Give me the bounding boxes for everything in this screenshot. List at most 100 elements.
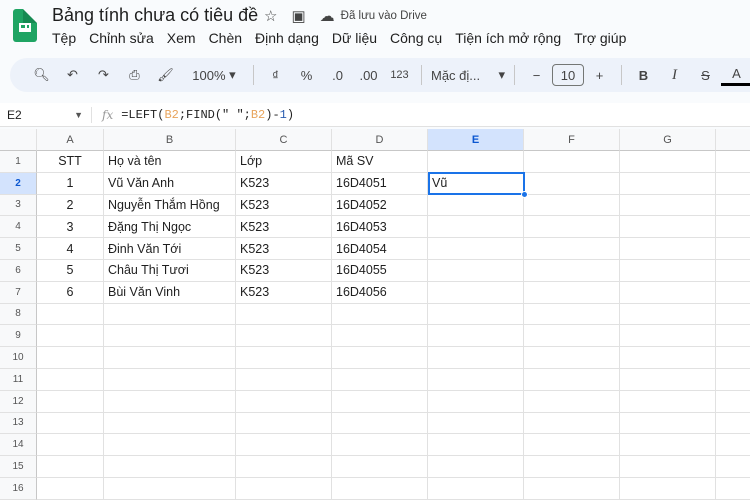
cell-c14[interactable] [236, 434, 332, 457]
cell-d14[interactable] [332, 434, 428, 457]
move-folder-icon[interactable]: ▣ [291, 7, 305, 25]
cell-e9[interactable] [428, 325, 524, 348]
cell-g7[interactable] [620, 281, 716, 304]
cell-f8[interactable] [524, 303, 620, 326]
cell-b9[interactable] [104, 325, 236, 348]
search-icon[interactable]: 🔍︎ [26, 61, 57, 89]
cell-g11[interactable] [620, 369, 716, 391]
cell-b8[interactable] [104, 303, 236, 326]
strikethrough-icon[interactable]: S [690, 61, 721, 89]
spreadsheet-grid[interactable]: A B C D E F G 1 STT Họ và tên Lớp Mã SV 2 1 Vũ Văn Anh… [0, 129, 750, 500]
column-header-b[interactable]: B [104, 129, 236, 151]
increase-decimal-button[interactable]: .00 [353, 61, 384, 89]
cell-h10[interactable] [716, 347, 750, 369]
row-header-1[interactable]: 1 [0, 151, 37, 173]
cell-b2[interactable]: Vũ Văn Anh [104, 172, 236, 195]
cell-f5[interactable] [524, 238, 620, 260]
cell-b15[interactable] [104, 456, 236, 478]
cell-b11[interactable] [104, 369, 236, 391]
cell-e10[interactable] [428, 347, 524, 369]
cell-c8[interactable] [236, 303, 332, 326]
cell-f15[interactable] [524, 456, 620, 478]
cell-d12[interactable] [332, 390, 428, 413]
italic-button[interactable]: I [659, 61, 690, 89]
cell-b4[interactable]: Đặng Thị Ngọc [104, 216, 236, 239]
cell-d2[interactable]: 16D4051 [332, 172, 428, 195]
cell-e11[interactable] [428, 369, 524, 391]
cell-c2[interactable]: K523 [236, 172, 332, 195]
cell-b13[interactable] [104, 412, 236, 435]
menu-insert[interactable]: Chèn [209, 30, 242, 46]
column-header-a[interactable]: A [37, 129, 104, 151]
cell-c12[interactable] [236, 390, 332, 413]
row-header-3[interactable]: 3 [0, 194, 37, 217]
cell-g8[interactable] [620, 303, 716, 326]
cell-f9[interactable] [524, 325, 620, 348]
row-header-14[interactable]: 14 [0, 434, 37, 457]
cell-h3[interactable] [716, 195, 750, 217]
cell-d4[interactable]: 16D4053 [332, 216, 428, 239]
increase-font-size-button[interactable]: + [584, 61, 615, 89]
cell-g2[interactable] [620, 172, 716, 195]
cell-b5[interactable]: Đinh Văn Tới [104, 238, 236, 260]
row-header-11[interactable]: 11 [0, 369, 37, 391]
cell-b7[interactable]: Bùi Văn Vinh [104, 281, 236, 304]
zoom-select[interactable]: 100% ▾ [181, 61, 247, 89]
menu-data[interactable]: Dữ liệu [332, 30, 377, 46]
row-header-2[interactable]: 2 [0, 172, 37, 195]
cell-b1[interactable]: Họ và tên [104, 151, 236, 173]
row-header-16[interactable]: 16 [0, 478, 37, 500]
cell-g10[interactable] [620, 347, 716, 369]
fill-handle[interactable] [521, 190, 528, 198]
cell-e15[interactable] [428, 456, 524, 478]
menu-file[interactable]: Tệp [52, 30, 76, 46]
row-header-10[interactable]: 10 [0, 347, 37, 369]
select-all-corner[interactable] [0, 129, 37, 151]
cell-d1[interactable]: Mã SV [332, 151, 428, 173]
cell-g9[interactable] [620, 325, 716, 348]
row-header-9[interactable]: 9 [0, 325, 37, 348]
cell-f14[interactable] [524, 434, 620, 457]
column-header-h[interactable] [716, 129, 750, 151]
cell-g14[interactable] [620, 434, 716, 457]
cell-e1[interactable] [428, 151, 524, 173]
cell-e4[interactable] [428, 216, 524, 239]
row-header-12[interactable]: 12 [0, 390, 37, 413]
cell-c16[interactable] [236, 478, 332, 500]
font-size-input[interactable]: 10 [552, 64, 584, 86]
cell-a2[interactable]: 1 [37, 172, 104, 195]
cell-d11[interactable] [332, 369, 428, 391]
cell-f3[interactable] [524, 194, 620, 217]
cell-h6[interactable] [716, 260, 750, 282]
cell-c1[interactable]: Lớp [236, 151, 332, 173]
undo-icon[interactable]: ↶ [57, 61, 88, 89]
cell-h16[interactable] [716, 478, 750, 500]
cell-f16[interactable] [524, 478, 620, 500]
cell-b14[interactable] [104, 434, 236, 457]
cell-b3[interactable]: Nguyễn Thắm Hồng [104, 194, 236, 217]
cell-d15[interactable] [332, 456, 428, 478]
cell-f12[interactable] [524, 390, 620, 413]
cell-h14[interactable] [716, 434, 750, 457]
column-header-d[interactable]: D [332, 129, 428, 151]
cell-g1[interactable] [620, 151, 716, 173]
cell-h8[interactable] [716, 304, 750, 326]
cell-c7[interactable]: K523 [236, 281, 332, 304]
cell-a11[interactable] [37, 369, 104, 391]
cell-d7[interactable]: 16D4056 [332, 281, 428, 304]
cell-g5[interactable] [620, 238, 716, 260]
cell-a9[interactable] [37, 325, 104, 348]
column-header-c[interactable]: C [236, 129, 332, 151]
cell-h4[interactable] [716, 216, 750, 239]
cell-f6[interactable] [524, 260, 620, 282]
cell-c3[interactable]: K523 [236, 194, 332, 217]
cell-h7[interactable] [716, 282, 750, 304]
column-header-e[interactable]: E [428, 129, 524, 151]
cell-e12[interactable] [428, 390, 524, 413]
cell-a6[interactable]: 5 [37, 260, 104, 282]
cell-b10[interactable] [104, 347, 236, 369]
cell-g13[interactable] [620, 412, 716, 435]
cell-a12[interactable] [37, 390, 104, 413]
cell-f13[interactable] [524, 412, 620, 435]
cell-a15[interactable] [37, 456, 104, 478]
